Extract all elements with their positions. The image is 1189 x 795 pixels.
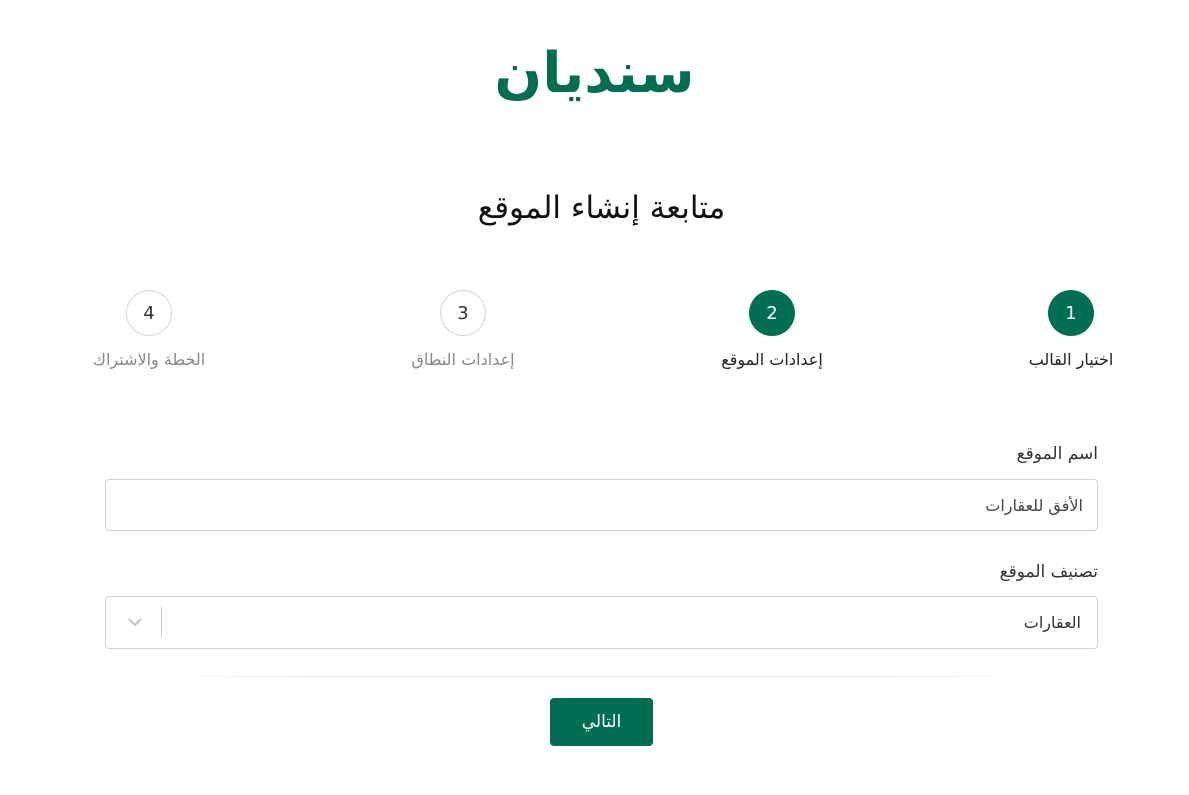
site-name-input[interactable] [105, 479, 1098, 531]
step-label: الخطة والاشتراك [92, 350, 206, 369]
step-number: 2 [749, 290, 795, 336]
step-label: إعدادات الموقع [721, 350, 823, 369]
site-name-label: اسم الموقع [1016, 444, 1098, 464]
step-domain-settings[interactable]: 3 إعدادات النطاق [363, 290, 563, 372]
step-site-settings[interactable]: 2 إعدادات الموقع [672, 290, 872, 372]
step-number: 4 [126, 290, 172, 336]
site-category-select[interactable]: العقارات [105, 596, 1098, 649]
next-button[interactable]: التالي [550, 698, 653, 746]
page-title: متابعة إنشاء الموقع [477, 190, 726, 226]
step-plan-subscription[interactable]: 4 الخطة والاشتراك [49, 290, 249, 372]
step-label: اختيار القالب [1028, 350, 1114, 369]
select-separator [161, 607, 162, 638]
chevron-down-icon[interactable] [124, 611, 146, 633]
step-label: إعدادات النطاق [411, 350, 515, 369]
step-number: 1 [1048, 290, 1094, 336]
form-divider [150, 676, 1040, 677]
brand-logo: سنديان [494, 41, 695, 106]
step-number: 3 [440, 290, 486, 336]
site-category-label: تصنيف الموقع [999, 562, 1098, 582]
site-category-value: العقارات [1023, 613, 1081, 632]
step-choose-template[interactable]: 1 اختيار القالب [971, 290, 1171, 372]
